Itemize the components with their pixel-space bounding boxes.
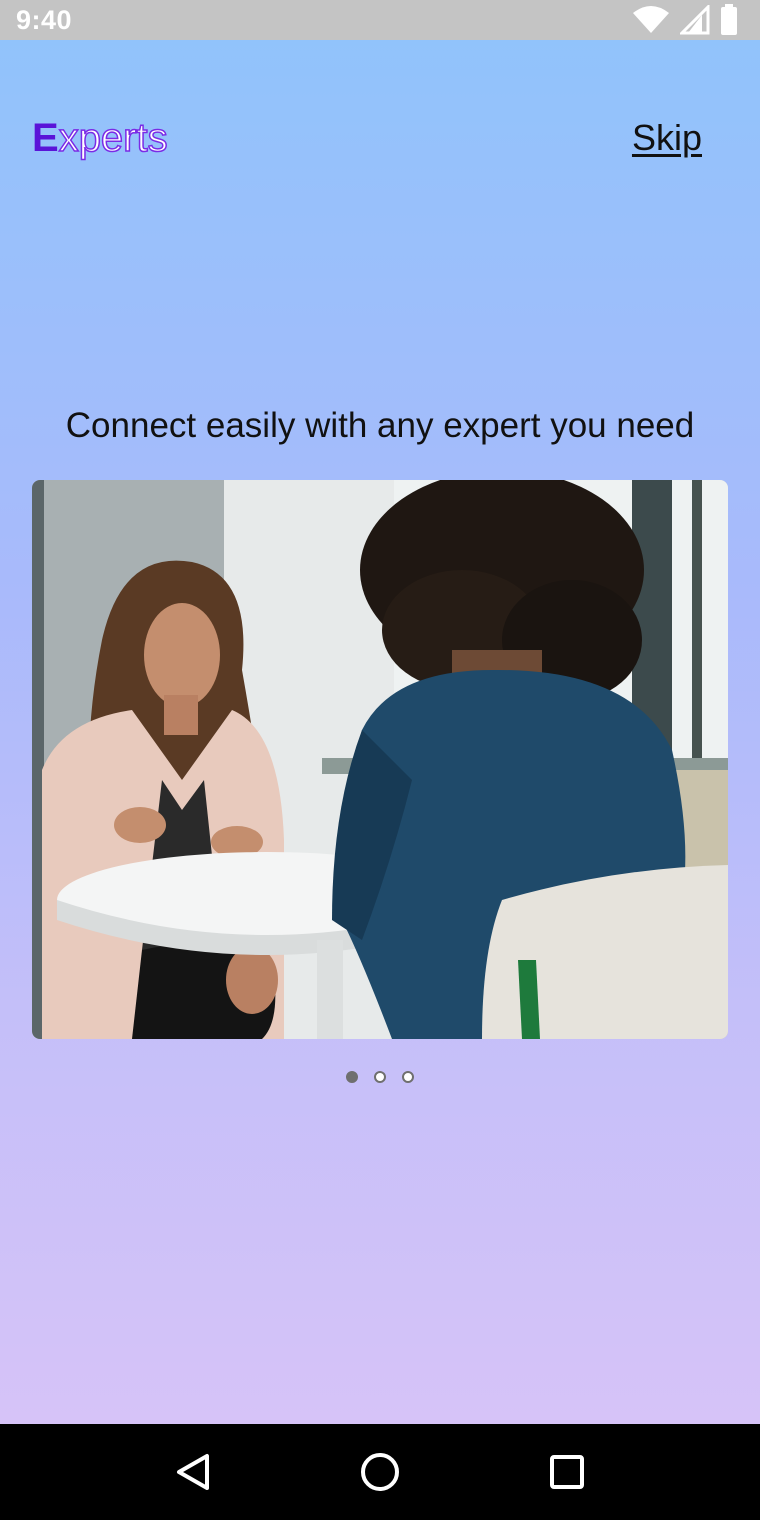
skip-button[interactable]: Skip	[632, 116, 702, 160]
device-screen: 9:40 Experts Skip Connect easily with an…	[0, 0, 760, 1520]
status-icons	[632, 4, 738, 36]
page-dot-1[interactable]	[346, 1071, 358, 1083]
onboarding-headline: Connect easily with any expert you need	[65, 406, 695, 445]
system-nav-bar	[0, 1424, 760, 1520]
status-time: 9:40	[16, 4, 73, 35]
wifi-icon	[632, 5, 670, 35]
logo-rest: xperts	[58, 115, 168, 161]
page-indicator	[0, 1071, 760, 1083]
onboarding-image	[32, 480, 728, 1039]
recents-icon[interactable]	[537, 1442, 597, 1502]
page-dot-2[interactable]	[374, 1071, 386, 1083]
status-bar: 9:40	[0, 0, 760, 40]
battery-icon	[720, 4, 738, 36]
page-dot-3[interactable]	[402, 1071, 414, 1083]
cellular-signal-icon	[680, 5, 710, 35]
home-icon[interactable]	[350, 1442, 410, 1502]
back-icon[interactable]	[163, 1442, 223, 1502]
onboarding-screen: Experts Skip Connect easily with any exp…	[0, 40, 760, 1424]
logo-first-letter: E	[32, 116, 59, 160]
app-logo: Experts	[32, 114, 168, 162]
